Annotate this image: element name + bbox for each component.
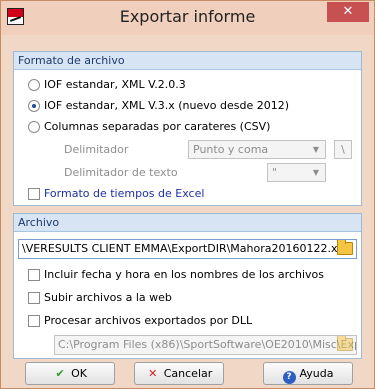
cross-icon: ✕	[148, 367, 158, 380]
dialog-title: Exportar informe	[119, 7, 256, 26]
folder-icon[interactable]	[337, 336, 353, 351]
include-datetime-checkbox[interactable]	[28, 269, 40, 281]
cancel-button[interactable]: ✕ Cancelar	[134, 362, 224, 385]
chevron-down-icon: ▼	[312, 168, 319, 177]
include-datetime-label: Incluir fecha y hora en los nombres de l…	[44, 268, 324, 281]
process-dll-label: Procesar archivos exportados por DLL	[44, 314, 253, 327]
folder-icon[interactable]	[337, 240, 353, 255]
text-delimiter-select-value: "	[272, 166, 278, 179]
dll-path-input[interactable]: C:\Program Files (x86)\SportSoftware\OE2…	[54, 335, 357, 355]
radio-csv[interactable]	[28, 121, 40, 133]
help-button[interactable]: ? Ayuda	[263, 362, 353, 385]
radio-xml-v3[interactable]	[28, 100, 40, 112]
title-bar: Exportar informe ✕	[1, 1, 374, 35]
text-delimiter-select[interactable]: " ▼	[267, 163, 326, 182]
option-xml-v2-label: IOF estandar, XML V.2.0.3	[44, 78, 186, 91]
output-path-value: \VERESULTS CLIENT EMMA\ExportDIR\Mahora2…	[22, 242, 352, 255]
checkmark-icon: ✔	[55, 367, 65, 380]
delimiter-select-value: Punto y coma	[193, 143, 269, 156]
upload-label: Subir archivos a la web	[44, 291, 172, 304]
help-icon: ?	[282, 371, 296, 384]
delimiter-char-field[interactable]: \	[334, 140, 352, 159]
format-group-header: Formato de archivo	[14, 52, 361, 70]
output-path-input[interactable]: \VERESULTS CLIENT EMMA\ExportDIR\Mahora2…	[18, 239, 357, 259]
help-button-label: Ayuda	[299, 367, 334, 380]
excel-time-checkbox[interactable]	[28, 188, 40, 200]
process-dll-checkbox[interactable]	[28, 315, 40, 327]
file-group-header: Archivo	[14, 214, 361, 232]
excel-time-label: Formato de tiempos de Excel	[44, 187, 205, 200]
delimiter-select[interactable]: Punto y coma ▼	[188, 140, 326, 159]
radio-xml-v2[interactable]	[28, 79, 40, 91]
dll-path-value: C:\Program Files (x86)\SportSoftware\OE2…	[58, 338, 357, 351]
text-delimiter-label: Delimitador de texto	[64, 166, 178, 179]
ok-button[interactable]: ✔ OK	[25, 362, 115, 385]
upload-checkbox[interactable]	[28, 292, 40, 304]
file-group: Archivo \VERESULTS CLIENT EMMA\ExportDIR…	[13, 213, 362, 359]
ok-button-label: OK	[71, 367, 87, 380]
option-csv-label: Columnas separadas por carateres (CSV)	[44, 120, 271, 133]
close-button[interactable]: ✕	[327, 2, 369, 22]
export-dialog: Exportar informe ✕ Formato de archivo IO…	[0, 0, 375, 389]
cancel-button-label: Cancelar	[163, 367, 213, 380]
option-xml-v3-label: IOF estandar, XML V.3.x (nuevo desde 201…	[44, 99, 289, 112]
chevron-down-icon: ▼	[312, 145, 319, 154]
delimiter-label: Delimitador	[64, 143, 129, 156]
format-group: Formato de archivo IOF estandar, XML V.2…	[13, 51, 362, 206]
